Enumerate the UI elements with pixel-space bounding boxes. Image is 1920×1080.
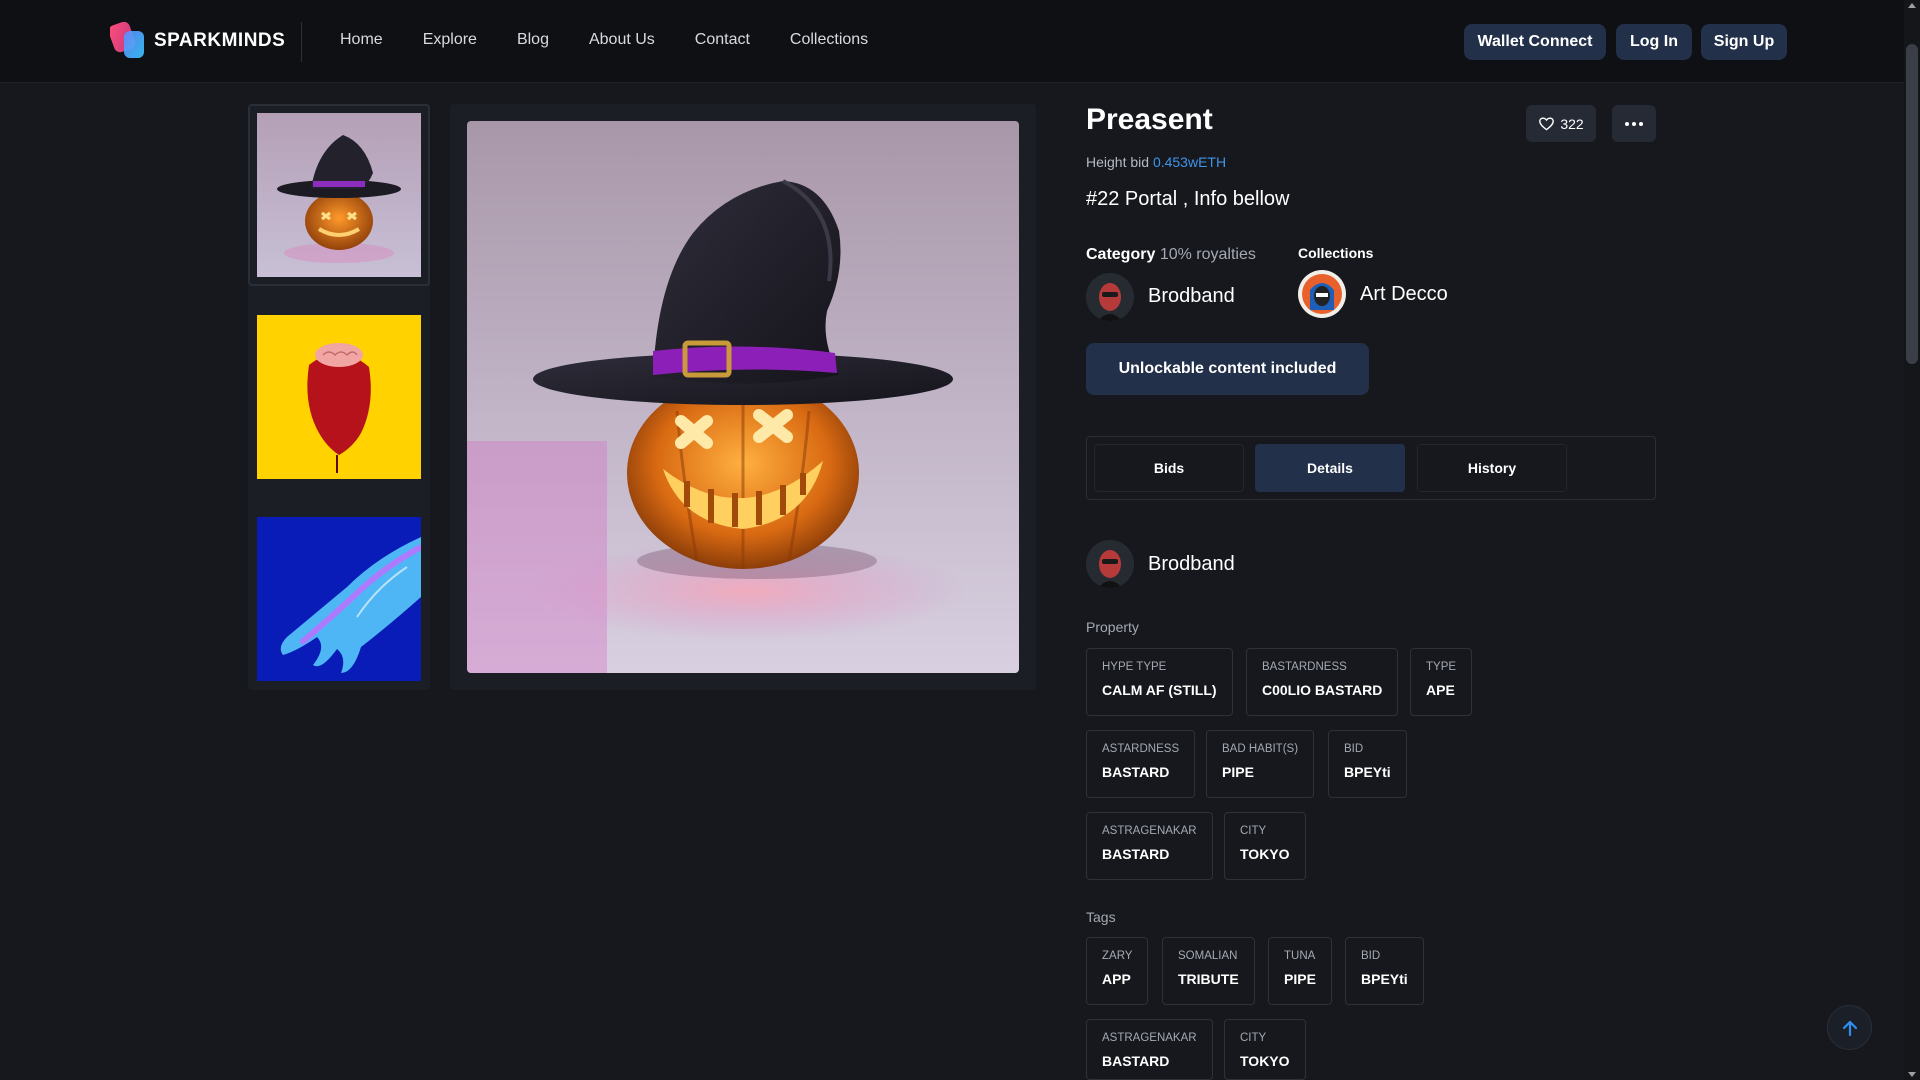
category-heading: Category 10% royalties (1086, 246, 1256, 264)
tag-value: BPEYti (1361, 971, 1408, 987)
nav-divider (301, 22, 302, 62)
property-key: BAD HABIT(S) (1222, 743, 1299, 755)
creator-avatar[interactable] (1086, 273, 1134, 321)
tab-bids[interactable]: Bids (1094, 444, 1244, 492)
more-dots-icon (1625, 121, 1643, 126)
property-value: BASTARD (1102, 846, 1170, 862)
main-artwork-image[interactable] (467, 121, 1019, 673)
item-subtitle: #22 Portal , Info bellow (1086, 188, 1290, 210)
back-to-top-button[interactable] (1827, 1005, 1872, 1050)
brand-logo[interactable]: SPARKMINDS (108, 21, 286, 60)
brand-name: SPARKMINDS (154, 30, 286, 51)
like-button[interactable]: 322 (1526, 105, 1596, 142)
property-key: BID (1344, 743, 1364, 755)
thumbnail-pumpkin[interactable] (257, 113, 421, 277)
top-navbar: SPARKMINDS Home Explore Blog About Us Co… (0, 0, 1904, 83)
tags-label: Tags (1086, 909, 1116, 925)
property-value: PIPE (1222, 764, 1254, 780)
property-key: BASTARDNESS (1262, 661, 1347, 673)
property-key: HYPE TYPE (1102, 661, 1167, 673)
tag-key: CITY (1240, 1032, 1267, 1044)
tag-chip[interactable]: BID BPEYti (1345, 937, 1424, 1005)
signup-button[interactable]: Sign Up (1701, 24, 1787, 60)
scroll-thumb[interactable] (1906, 44, 1918, 364)
tag-key: SOMALIAN (1178, 950, 1238, 962)
item-tabs: Bids Details History (1086, 436, 1656, 500)
nav-contact[interactable]: Contact (695, 31, 750, 49)
scroll-down-arrow-icon[interactable] (1908, 1072, 1916, 1077)
tab-history[interactable]: History (1417, 444, 1567, 492)
highest-bid-line: Height bid 0.453wETH (1086, 154, 1226, 170)
property-chip: CITY TOKYO (1224, 812, 1306, 880)
nav-explore[interactable]: Explore (423, 31, 477, 49)
collection-name[interactable]: Art Decco (1360, 283, 1448, 306)
scroll-up-arrow-icon[interactable] (1908, 3, 1916, 8)
tag-key: BID (1361, 950, 1381, 962)
nav-about-us[interactable]: About Us (589, 31, 655, 49)
thumbnail-column (248, 104, 430, 690)
property-chip: BAD HABIT(S) PIPE (1206, 730, 1315, 798)
category-label: Category (1086, 246, 1156, 263)
bid-value[interactable]: 0.453wETH (1153, 154, 1226, 170)
collection-avatar[interactable] (1298, 270, 1346, 318)
property-value: C00LIO BASTARD (1262, 682, 1383, 698)
collections-label: Collections (1298, 245, 1374, 261)
tag-value: BASTARD (1102, 1053, 1170, 1069)
main-nav: Home Explore Blog About Us Contact Colle… (340, 31, 908, 49)
item-title: Preasent (1086, 103, 1213, 136)
thumbnail-red-head[interactable] (257, 315, 421, 479)
tag-value: TRIBUTE (1178, 971, 1239, 987)
tag-key: TUNA (1284, 950, 1316, 962)
royalties-text: 10% royalties (1159, 246, 1256, 263)
property-value: BPEYti (1344, 764, 1391, 780)
property-chip: BASTARDNESS C00LIO BASTARD (1246, 648, 1399, 716)
property-key: ASTRAGENAKAR (1102, 825, 1197, 837)
property-chip: ASTRAGENAKAR BASTARD (1086, 812, 1213, 880)
property-chip: TYPE APE (1410, 648, 1473, 716)
like-count: 322 (1560, 115, 1584, 132)
property-chip: HYPE TYPE CALM AF (STILL) (1086, 648, 1233, 716)
thumbnail-holo-hand[interactable] (257, 517, 421, 681)
property-key: TYPE (1426, 661, 1457, 673)
tag-value: PIPE (1284, 971, 1316, 987)
tag-chip[interactable]: SOMALIAN TRIBUTE (1162, 937, 1255, 1005)
creator-name[interactable]: Brodband (1148, 285, 1235, 308)
heart-icon (1538, 116, 1555, 131)
more-options-button[interactable] (1612, 105, 1656, 142)
tag-key: ASTRAGENAKAR (1102, 1032, 1197, 1044)
main-image-card (450, 104, 1036, 690)
arrow-up-icon (1841, 1019, 1859, 1037)
nav-blog[interactable]: Blog (517, 31, 549, 49)
nav-collections[interactable]: Collections (790, 31, 868, 49)
property-key: CITY (1240, 825, 1267, 837)
property-label: Property (1086, 619, 1139, 635)
property-value: CALM AF (STILL) (1102, 682, 1217, 698)
bid-label: Height bid (1086, 154, 1150, 170)
tag-chip[interactable]: ZARY APP (1086, 937, 1149, 1005)
page-scrollbar[interactable] (1904, 0, 1920, 1080)
tag-key: ZARY (1102, 950, 1133, 962)
tag-chip[interactable]: TUNA PIPE (1268, 937, 1332, 1005)
property-value: BASTARD (1102, 764, 1170, 780)
login-button[interactable]: Log In (1616, 24, 1692, 60)
tag-chip[interactable]: CITY TOKYO (1224, 1019, 1306, 1080)
tag-value: APP (1102, 971, 1131, 987)
property-value: TOKYO (1240, 846, 1290, 862)
property-chip: BID BPEYti (1328, 730, 1407, 798)
property-key: ASTARDNESS (1102, 743, 1180, 755)
owner-avatar[interactable] (1086, 540, 1134, 588)
nav-home[interactable]: Home (340, 31, 383, 49)
logo-icon (108, 21, 148, 60)
wallet-connect-button[interactable]: Wallet Connect (1464, 24, 1606, 60)
tag-chip[interactable]: ASTRAGENAKAR BASTARD (1086, 1019, 1213, 1080)
owner-name[interactable]: Brodband (1148, 553, 1235, 576)
tag-value: TOKYO (1240, 1053, 1290, 1069)
property-value: APE (1426, 682, 1455, 698)
property-chip: ASTARDNESS BASTARD (1086, 730, 1196, 798)
unlockable-content-button[interactable]: Unlockable content included (1086, 343, 1369, 395)
tab-details[interactable]: Details (1255, 444, 1405, 492)
